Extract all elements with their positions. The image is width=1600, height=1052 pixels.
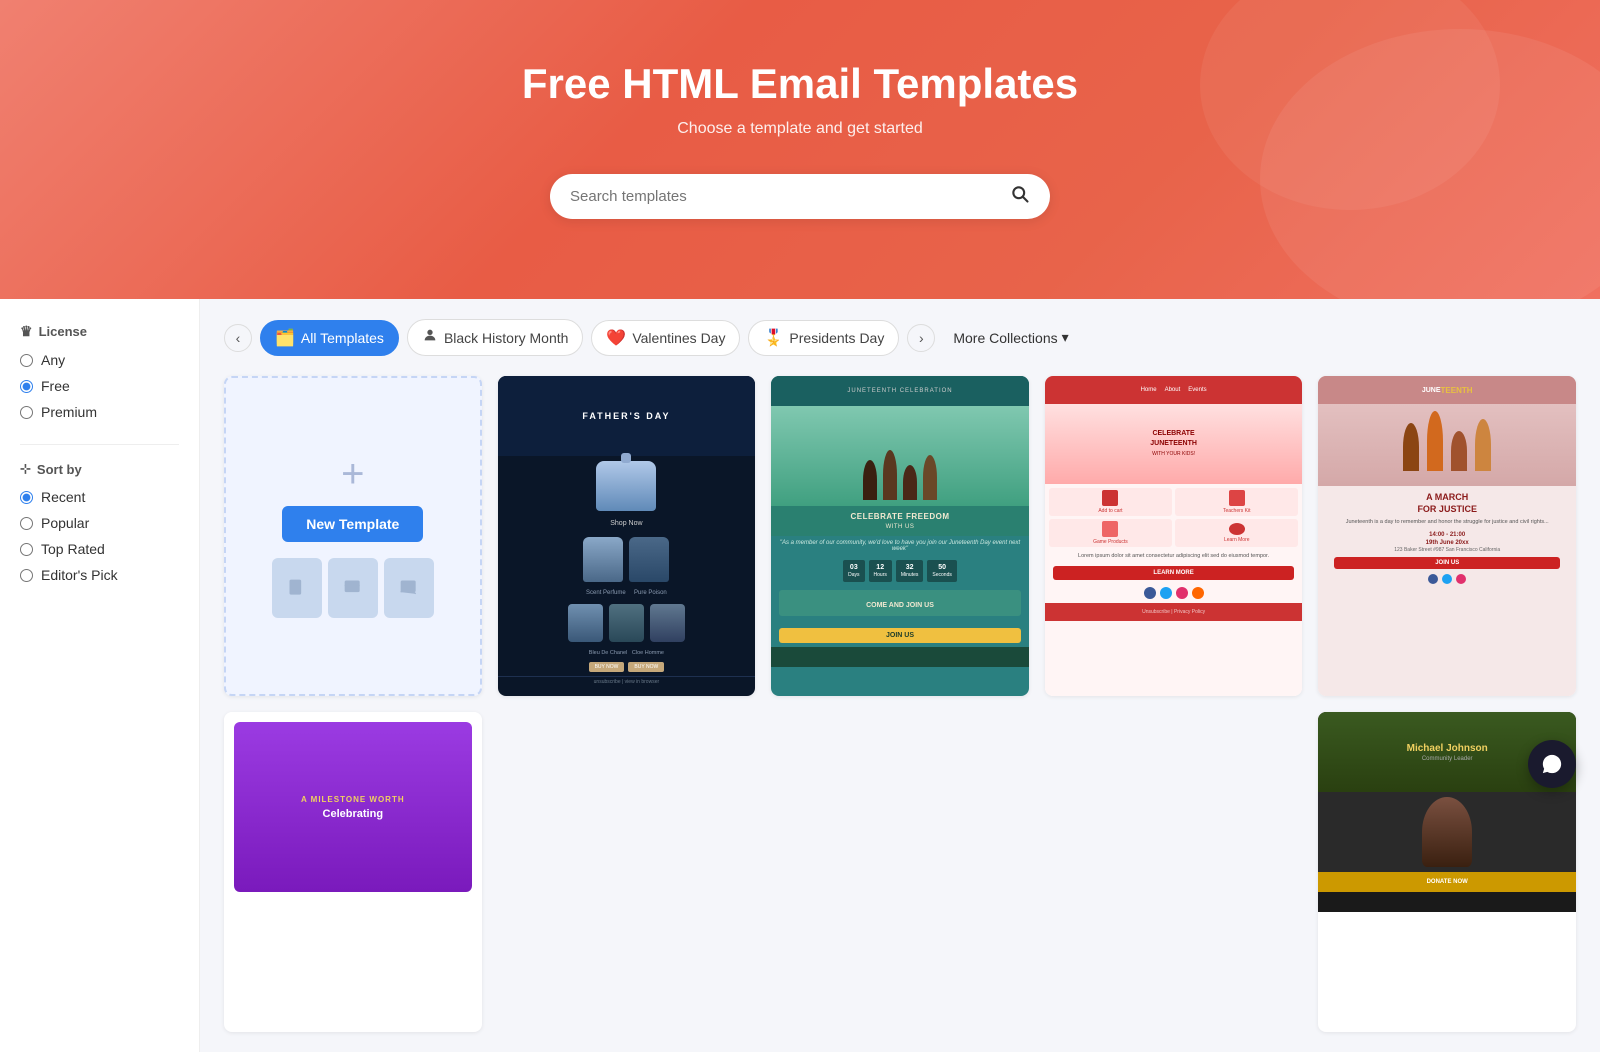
- presidents-icon: 🎖️: [763, 328, 783, 348]
- sort-popular-label: Popular: [41, 515, 89, 531]
- license-section: ♛ License Any Free Premium: [20, 323, 179, 420]
- crown-icon: ♛: [20, 323, 33, 340]
- empty-card-1: [498, 712, 756, 912]
- search-input[interactable]: [570, 188, 1010, 205]
- chat-icon: [1541, 753, 1563, 775]
- empty-card-2: [771, 712, 1029, 912]
- template-juneteenth-preview: JUNETEENTH CELEBRATION CELEBRATE FREEDOM…: [771, 376, 1029, 696]
- chat-support-button[interactable]: [1528, 740, 1576, 788]
- chevron-down-icon: ▾: [1062, 329, 1069, 346]
- valentines-label: Valentines Day: [632, 330, 725, 346]
- sortby-section: ⊹ Sort by Recent Popular Top Rated Edito…: [20, 461, 179, 583]
- sortby-title: ⊹ Sort by: [20, 461, 179, 477]
- search-icon[interactable]: [1010, 184, 1030, 209]
- tab-all-templates[interactable]: 🗂️ All Templates: [260, 320, 399, 356]
- plus-icon: +: [341, 454, 364, 494]
- placeholder-doc-icon: [272, 558, 322, 618]
- search-bar: [550, 174, 1050, 219]
- prev-collection-btn[interactable]: ‹: [224, 324, 252, 352]
- new-template-button[interactable]: New Template: [282, 506, 423, 542]
- sort-icon: ⊹: [20, 461, 31, 477]
- license-free[interactable]: Free: [20, 378, 179, 394]
- template-celebrate-preview: Home About Events CELEBRATEJUNETEENTHWIT…: [1045, 376, 1303, 696]
- main-layout: ♛ License Any Free Premium ⊹ Sort by: [0, 299, 1600, 1052]
- presidents-label: Presidents Day: [789, 330, 884, 346]
- template-march-preview: JUNE TEENTH A MARCHFOR JUSTICE Juneteent…: [1318, 376, 1576, 696]
- hero-subtitle: Choose a template and get started: [20, 120, 1580, 138]
- sort-recent-label: Recent: [41, 489, 85, 505]
- template-juneteenth[interactable]: JUNETEENTH CELEBRATION CELEBRATE FREEDOM…: [771, 376, 1029, 696]
- template-march-justice[interactable]: JUNE TEENTH A MARCHFOR JUSTICE Juneteent…: [1318, 376, 1576, 696]
- tab-valentines[interactable]: ❤️ Valentines Day: [591, 320, 740, 356]
- new-template-card[interactable]: + New Template: [224, 376, 482, 696]
- black-history-icon: [422, 327, 438, 348]
- license-any-label: Any: [41, 352, 65, 368]
- license-any[interactable]: Any: [20, 352, 179, 368]
- content-area: ‹ 🗂️ All Templates Black History Month ❤…: [200, 299, 1600, 1052]
- template-celebrate-juneteenth[interactable]: Home About Events CELEBRATEJUNETEENTHWIT…: [1045, 376, 1303, 696]
- templates-second-row: A MILESTONE WORTH Celebrating Michael Jo…: [224, 712, 1576, 1032]
- all-templates-label: All Templates: [301, 330, 384, 346]
- empty-card-3: [1045, 712, 1303, 912]
- placeholder-image-icon: [384, 558, 434, 618]
- sort-editors-pick-label: Editor's Pick: [41, 567, 118, 583]
- templates-grid: + New Template: [224, 376, 1576, 696]
- black-history-label: Black History Month: [444, 330, 568, 346]
- placeholder-card-icon: [328, 558, 378, 618]
- template-milestone[interactable]: A MILESTONE WORTH Celebrating: [224, 712, 482, 1032]
- more-collections-btn[interactable]: More Collections ▾: [943, 322, 1078, 353]
- sidebar: ♛ License Any Free Premium ⊹ Sort by: [0, 299, 200, 1052]
- all-templates-icon: 🗂️: [275, 328, 295, 348]
- tab-presidents[interactable]: 🎖️ Presidents Day: [748, 320, 899, 356]
- valentines-icon: ❤️: [606, 328, 626, 348]
- sort-editors-pick[interactable]: Editor's Pick: [20, 567, 179, 583]
- template-placeholders: [272, 558, 434, 618]
- hero-title: Free HTML Email Templates: [20, 60, 1580, 108]
- sort-popular[interactable]: Popular: [20, 515, 179, 531]
- sort-top-rated-label: Top Rated: [41, 541, 105, 557]
- template-perfume-preview: FATHER'S DAY Shop Now Scent Perfume Pure…: [498, 376, 756, 696]
- license-premium[interactable]: Premium: [20, 404, 179, 420]
- license-title: ♛ License: [20, 323, 179, 340]
- license-premium-label: Premium: [41, 404, 97, 420]
- template-perfume[interactable]: FATHER'S DAY Shop Now Scent Perfume Pure…: [498, 376, 756, 696]
- tab-black-history[interactable]: Black History Month: [407, 319, 583, 356]
- more-collections-label: More Collections: [953, 330, 1057, 346]
- sort-recent[interactable]: Recent: [20, 489, 179, 505]
- next-collection-btn[interactable]: ›: [907, 324, 935, 352]
- sidebar-divider: [20, 444, 179, 445]
- license-free-label: Free: [41, 378, 70, 394]
- filter-tabs: ‹ 🗂️ All Templates Black History Month ❤…: [224, 319, 1576, 356]
- hero-section: Free HTML Email Templates Choose a templ…: [0, 0, 1600, 299]
- sort-top-rated[interactable]: Top Rated: [20, 541, 179, 557]
